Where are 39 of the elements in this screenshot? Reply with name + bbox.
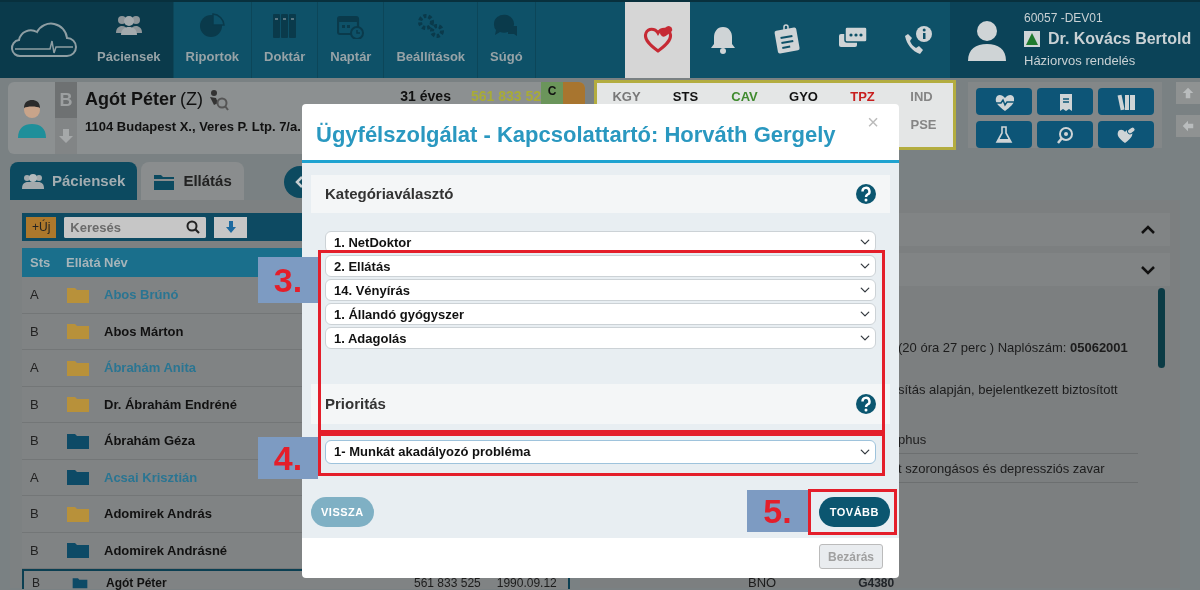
status-cell-text: A: [29, 359, 40, 377]
indicator-label: KGY: [611, 88, 642, 106]
user-code: 60057 -DEV01: [1024, 10, 1104, 28]
status-cell-text: B: [29, 505, 40, 523]
field-label: BNO: [748, 577, 777, 589]
field-value: G4380: [858, 577, 895, 589]
indicator-label: GYO: [788, 88, 819, 106]
patient-name: Agót Péter: [85, 88, 176, 111]
patient-age: 31 éves: [400, 87, 451, 106]
status-cell-text: A: [29, 286, 40, 304]
patient-suffix-text: (Z): [180, 88, 203, 111]
section-title: Prioritás: [325, 393, 386, 414]
status-cell-text: B: [31, 578, 41, 589]
user-name: Dr. Kovács Bertold: [1048, 29, 1192, 50]
column-header: Ellátá: [66, 254, 102, 272]
indicator-label: IND: [909, 88, 934, 106]
status-cell-text: B: [29, 322, 40, 341]
user-role: Háziorvos rendelés: [1024, 52, 1137, 71]
column-header: Sts: [29, 254, 52, 272]
indicator-label: TPZ: [849, 88, 876, 106]
status-cell-text: A: [29, 468, 40, 487]
indicator-label: STS: [671, 88, 700, 106]
section-title: Kategóriaválasztó: [325, 183, 454, 204]
indicator-label: PSE: [909, 116, 938, 134]
id-cell: 561 833 525: [414, 578, 481, 589]
diagnosis-text: phus: [898, 432, 927, 447]
status-cell-text: B: [29, 395, 40, 414]
detail-text: sítás alapján, bejelentkezett biztosított: [898, 380, 1119, 399]
column-header: Név: [104, 254, 128, 272]
step-label: 3.: [258, 257, 318, 303]
patient-id: 561 833 52: [470, 87, 541, 106]
status-cell-text: B: [29, 432, 40, 450]
indicator-label: CAV: [730, 88, 759, 106]
date-cell: 1990.09.12: [496, 578, 557, 589]
patient-address: 1104 Budapest X., Veres P. Ltp. 7/a.: [85, 118, 301, 136]
step-label: 4.: [258, 437, 318, 479]
status-cell-text: B: [29, 541, 40, 560]
step-label: 5.: [747, 490, 808, 532]
detail-text: (20 óra 27 perc ) Naplószám: 05062001: [898, 339, 1129, 357]
